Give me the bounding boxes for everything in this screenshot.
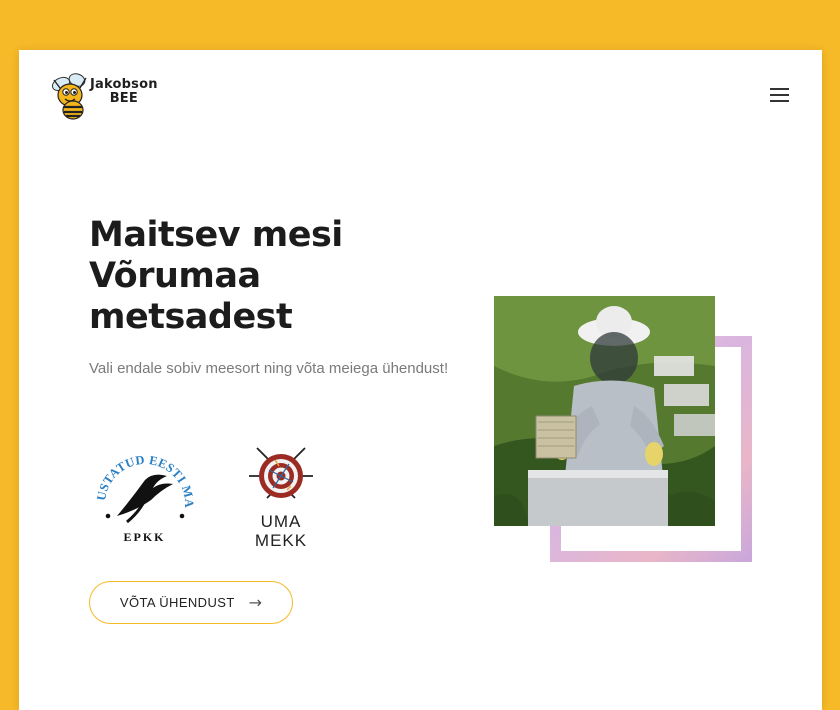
uma-mekk-line-1: UMA — [260, 512, 302, 531]
jakobson-bee-logo[interactable]: Jakobson BEE — [50, 70, 172, 122]
uma-mekk-badge: UMA MEKK — [239, 440, 323, 555]
hero-title-line-1: Maitsev mesi — [89, 215, 343, 255]
hero-subtitle: Vali endale sobiv meesort ning võta meie… — [89, 360, 449, 377]
badge-epkk-text: EPKK — [123, 530, 165, 544]
contact-button-label: VÕTA ÜHENDUST — [119, 595, 235, 610]
hamburger-menu-icon[interactable] — [769, 86, 791, 104]
logo-line-2: BEE — [109, 91, 138, 106]
logo-text: Jakobson BEE — [90, 78, 158, 106]
hero-title-line-2: Võrumaa — [89, 256, 261, 296]
page-card: Jakobson BEE Maitsev mesi Võrumaa metsad… — [19, 50, 822, 710]
uma-mekk-text: UMA MEKK — [239, 512, 323, 550]
logo-line-1: Jakobson — [90, 77, 158, 92]
arrow-right-icon: → — [248, 592, 263, 612]
bee-logo-icon — [51, 73, 87, 120]
beekeeper-photo — [494, 296, 715, 526]
contact-button[interactable]: VÕTA ÜHENDUST → — [89, 581, 293, 624]
hero-title-line-3: metsadest — [89, 297, 293, 337]
hero-title: Maitsev mesi Võrumaa metsadest — [89, 215, 419, 338]
uma-mekk-line-2: MEKK — [254, 531, 308, 550]
tunnustatud-eesti-maitse-badge: TUNNUSTATUD EESTI MAITSE EPKK — [82, 427, 202, 553]
